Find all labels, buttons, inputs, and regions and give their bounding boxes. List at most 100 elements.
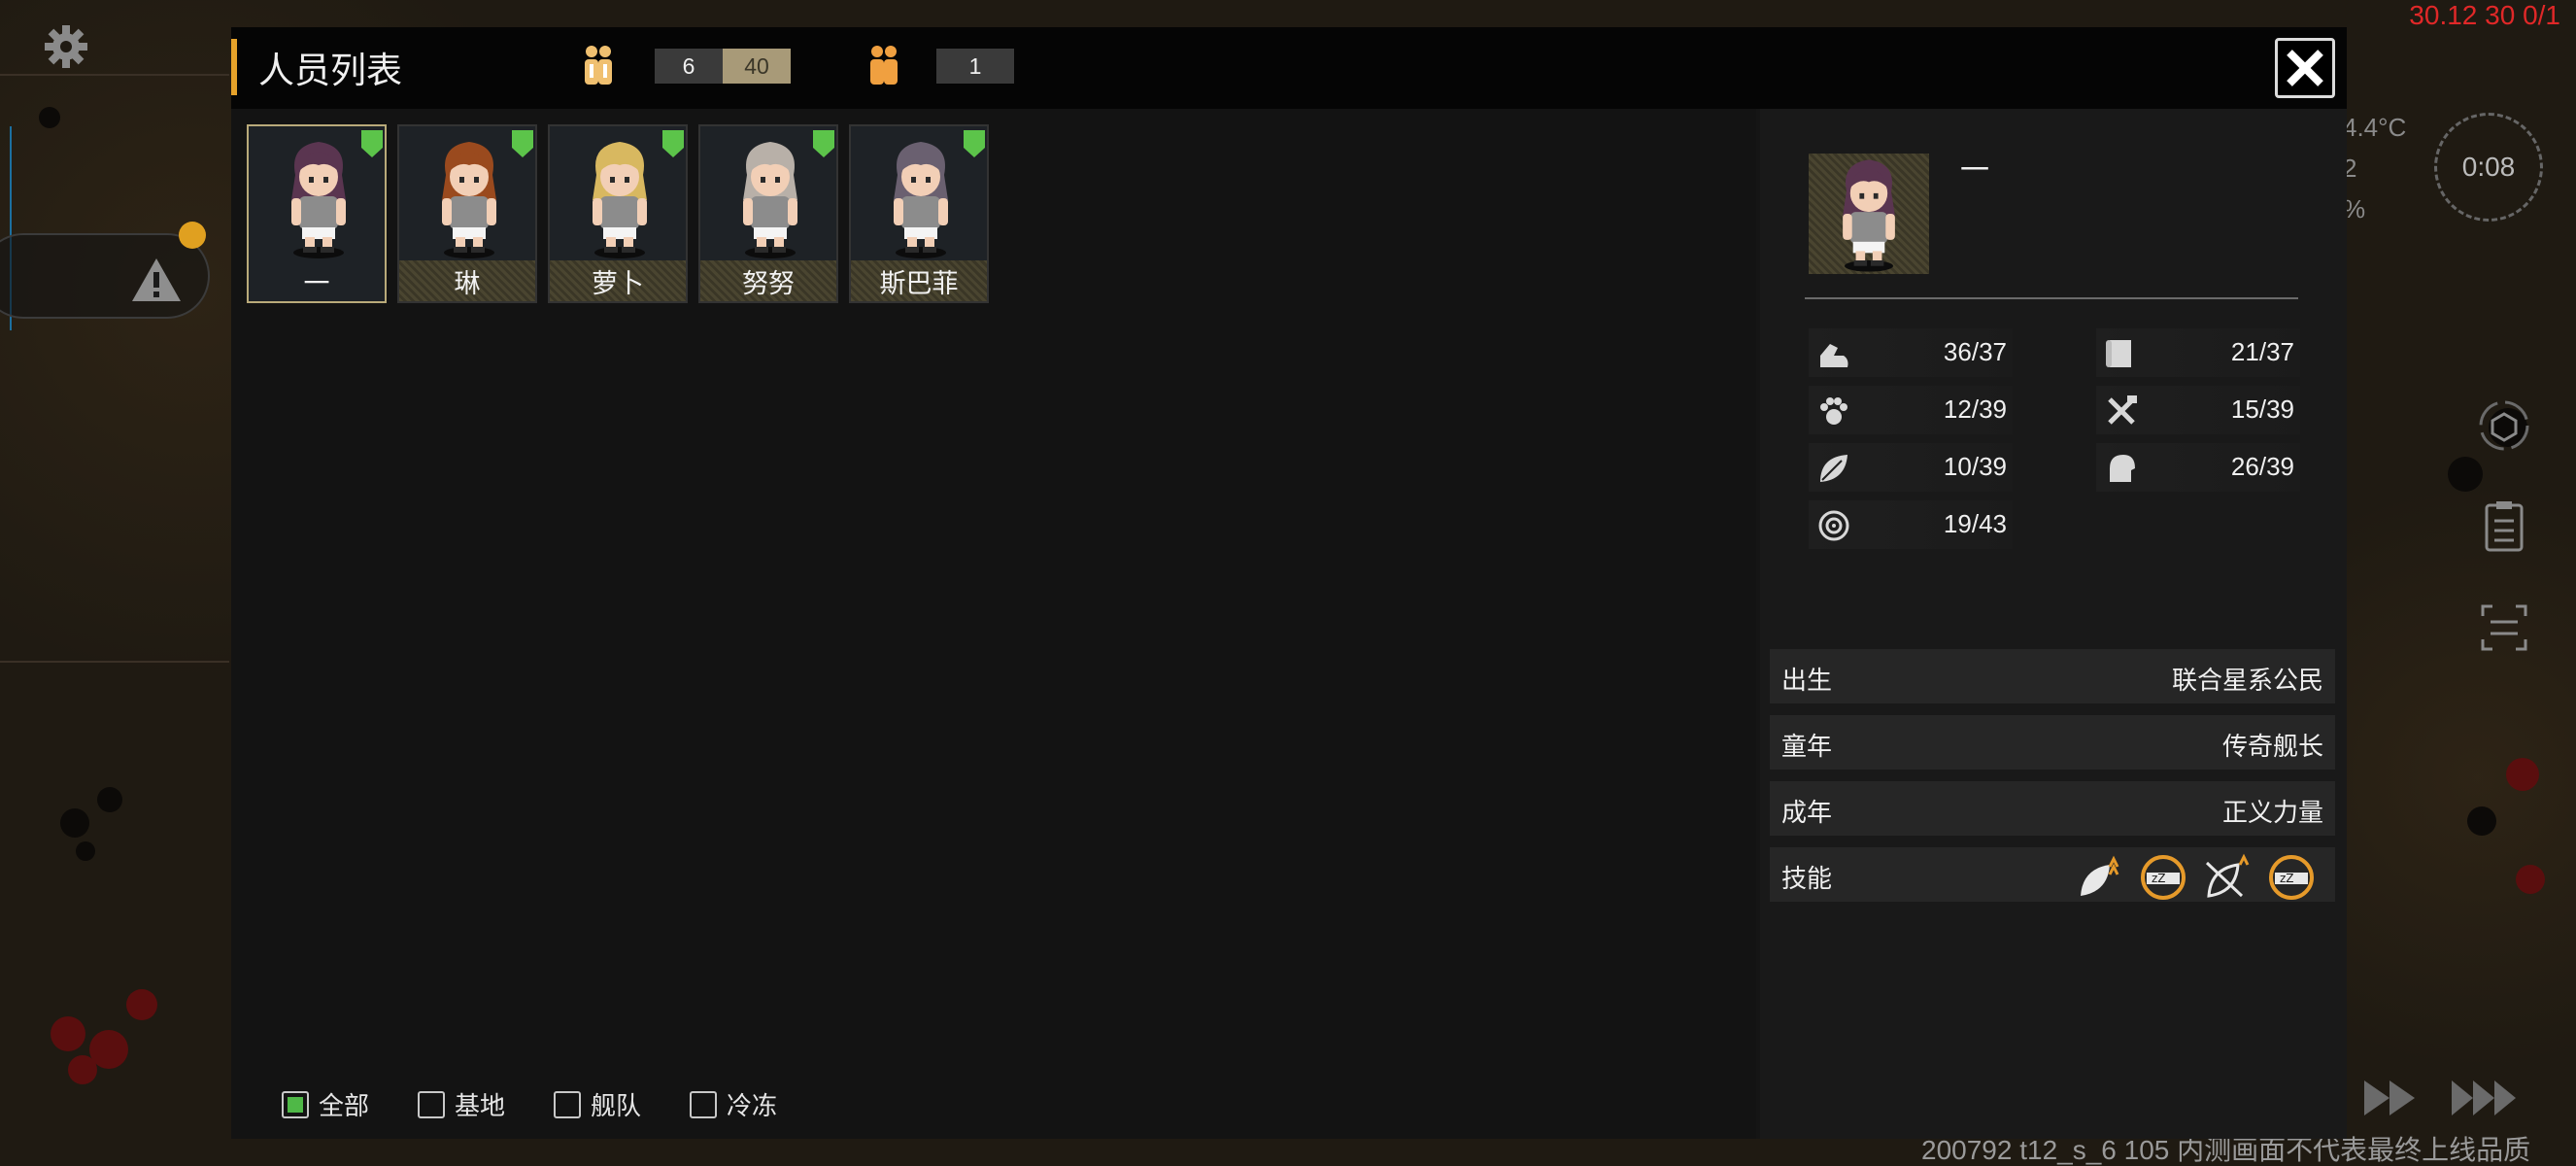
stat-value: 10/39 xyxy=(1943,452,2007,481)
leaf-boost-icon[interactable] xyxy=(2075,853,2123,902)
character-sprite xyxy=(291,142,346,258)
status-badge-icon xyxy=(662,130,684,157)
background-value: 传奇舰长 xyxy=(2221,733,2323,762)
population-icon xyxy=(585,46,612,85)
terrain-ore xyxy=(68,1055,97,1084)
crew-name: 斯巴菲 xyxy=(851,260,987,301)
crew-name: 琳 xyxy=(399,260,535,301)
close-icon xyxy=(2287,50,2323,86)
temperature: 4.4°C xyxy=(2343,113,2407,142)
arm-strength-icon xyxy=(1820,344,1848,367)
terrain-ore xyxy=(2516,865,2545,894)
checkbox[interactable] xyxy=(690,1090,718,1118)
crew-name: 一 xyxy=(249,260,385,301)
terrain-ore xyxy=(51,1016,85,1051)
filter-label: 舰队 xyxy=(591,1092,642,1121)
stat-item[interactable]: 12/39 xyxy=(1809,386,2013,434)
status-badge-icon xyxy=(964,130,985,157)
gear-icon[interactable] xyxy=(43,23,89,70)
stat-value: 26/39 xyxy=(2230,452,2294,481)
crew-portrait xyxy=(722,136,819,260)
stat-item[interactable]: 26/39 xyxy=(2096,443,2300,492)
filter-checkbox[interactable]: 冷冻 xyxy=(690,1086,777,1122)
stat-item[interactable]: 15/39 xyxy=(2096,386,2300,434)
checkbox[interactable] xyxy=(282,1090,309,1118)
filter-checkbox[interactable]: 全部 xyxy=(282,1086,369,1122)
background-row[interactable]: 出生 联合星系公民 xyxy=(1770,649,2335,703)
weather-value: 2 xyxy=(2343,154,2357,183)
humidity: % xyxy=(2343,194,2366,223)
character-sprite xyxy=(442,142,496,258)
paw-icon xyxy=(1820,397,1847,425)
stat-item[interactable]: 19/43 xyxy=(1809,500,2013,549)
sleep-icon[interactable]: zZ xyxy=(2139,853,2187,902)
terrain-rock xyxy=(39,107,60,128)
stat-item[interactable]: 36/37 xyxy=(1809,328,2013,377)
fast-forward-icon[interactable] xyxy=(2355,1069,2428,1127)
filter-checkbox[interactable]: 基地 xyxy=(418,1086,505,1122)
cube-rotate-icon[interactable] xyxy=(2475,396,2533,455)
terrain-rock xyxy=(97,787,122,812)
crew-card[interactable]: 努努 xyxy=(698,124,838,303)
crew-list-dialog: 人员列表 6 40 1 一 琳 萝卜 努努 斯巴菲 全部 基地 舰队 冷冻 一 … xyxy=(231,27,2347,1139)
crew-name: 萝卜 xyxy=(550,260,686,301)
crew-portrait xyxy=(571,136,668,260)
crew-group-icon xyxy=(870,46,898,85)
crew-card[interactable]: 萝卜 xyxy=(548,124,688,303)
crew-card[interactable]: 琳 xyxy=(397,124,537,303)
detail-portrait xyxy=(1809,154,1929,274)
crew-card[interactable]: 一 xyxy=(247,124,387,303)
character-sprite xyxy=(743,142,797,258)
close-button[interactable] xyxy=(2275,38,2335,98)
stat-item[interactable]: 10/39 xyxy=(1809,443,2013,492)
scroll-icon xyxy=(2106,340,2131,367)
top-status-text: 30.12 30 0/1 xyxy=(2409,0,2560,30)
svg-text:zZ: zZ xyxy=(2280,872,2294,885)
alert-panel[interactable] xyxy=(0,222,210,319)
crew-portrait xyxy=(421,136,518,260)
background-key: 童年 xyxy=(1781,733,1833,762)
clipboard-icon[interactable] xyxy=(2475,497,2533,556)
filter-label: 基地 xyxy=(455,1092,506,1121)
head-icon xyxy=(2110,455,2135,482)
secondary-count: 1 xyxy=(936,49,1014,84)
skills-label: 技能 xyxy=(1781,865,1833,894)
background-value: 联合星系公民 xyxy=(2171,667,2323,696)
warning-icon xyxy=(132,258,181,301)
stat-value: 15/39 xyxy=(2230,394,2294,424)
crew-detail-panel: 一 36/37 21/37 12/39 15/39 10/39 26/39 19… xyxy=(1760,109,2347,1139)
crew-card[interactable]: 斯巴菲 xyxy=(849,124,989,303)
leaf-slash-icon[interactable] xyxy=(2203,853,2252,902)
status-badge-icon xyxy=(361,130,383,157)
fastest-forward-icon[interactable] xyxy=(2448,1069,2522,1127)
filter-label: 冷冻 xyxy=(727,1092,778,1121)
target-icon xyxy=(1818,510,1849,541)
checkbox[interactable] xyxy=(554,1090,582,1118)
population-capacity: 40 xyxy=(723,49,791,84)
weather-readout: 4.4°C 2 % xyxy=(2343,107,2406,229)
clock-time: 0:08 xyxy=(2461,152,2516,182)
terrain-ore xyxy=(126,989,157,1020)
game-clock[interactable]: 0:08 xyxy=(2434,113,2543,222)
filter-checkbox[interactable]: 舰队 xyxy=(554,1086,641,1122)
terrain-ore xyxy=(2506,758,2539,791)
stat-value: 21/37 xyxy=(2230,337,2294,366)
background-row[interactable]: 成年 正义力量 xyxy=(1770,781,2335,836)
terrain-rock xyxy=(76,841,95,861)
sleep-icon[interactable]: zZ xyxy=(2267,853,2316,902)
dialog-title: 人员列表 xyxy=(258,50,402,91)
character-sprite xyxy=(894,142,948,258)
stat-item[interactable]: 21/37 xyxy=(2096,328,2300,377)
crew-list-area: 一 琳 萝卜 努努 斯巴菲 全部 基地 舰队 冷冻 xyxy=(231,109,1756,1139)
filter-label: 全部 xyxy=(319,1092,370,1121)
title-accent-bar xyxy=(231,39,237,95)
crew-name: 努努 xyxy=(700,260,836,301)
checkbox[interactable] xyxy=(418,1090,446,1118)
terrain-line xyxy=(0,661,229,663)
crew-cards: 一 琳 萝卜 努努 斯巴菲 xyxy=(247,124,989,303)
background-key: 成年 xyxy=(1781,799,1833,828)
tools-icon xyxy=(2108,395,2137,425)
character-sprite xyxy=(1843,159,1895,272)
frame-select-icon[interactable] xyxy=(2475,599,2533,657)
background-row[interactable]: 童年 传奇舰长 xyxy=(1770,715,2335,770)
